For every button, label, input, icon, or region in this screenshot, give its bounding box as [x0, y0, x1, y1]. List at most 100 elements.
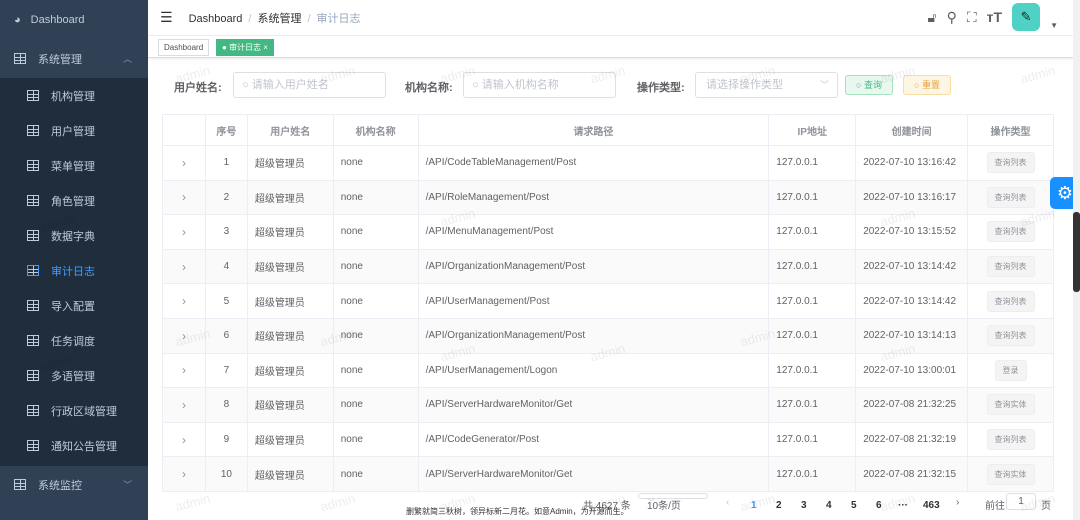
table-icon: [14, 53, 26, 64]
table-row[interactable]: › 1 超级管理员 none/API/CodeTableManagement/Post…: [162, 145, 1054, 181]
table-cell: none: [332, 179, 419, 216]
table-cell: none: [332, 352, 419, 389]
scrollbar[interactable]: [1073, 0, 1080, 520]
sidebar-item-system[interactable]: 系统管理 ︿: [0, 41, 148, 76]
expand-icon[interactable]: ›: [162, 179, 206, 216]
expand-icon[interactable]: ›: [162, 145, 206, 181]
avatar[interactable]: ✎: [1012, 3, 1041, 31]
lock-icon[interactable]: 🔓︎: [928, 9, 937, 26]
page-button[interactable]: 1: [751, 500, 757, 511]
table-row[interactable]: › 3 超级管理员 none/API/MenuManagement/Post 127.0…: [162, 214, 1054, 250]
tags-view: Dashboard ● 审计日志 ×: [148, 36, 1080, 58]
table-row[interactable]: › 6 超级管理员 none/API/OrganizationManagement/P…: [162, 317, 1054, 354]
caret-down-icon[interactable]: ▼: [1050, 21, 1058, 30]
tag-dashboard[interactable]: Dashboard: [158, 39, 210, 56]
sidebar-item[interactable]: 审计日志: [0, 253, 148, 288]
hamburger-icon[interactable]: ☰: [160, 9, 173, 26]
table-cell: 127.0.0.1: [768, 145, 857, 181]
table-row[interactable]: › 4 超级管理员 none/API/OrganizationManagement/P…: [162, 248, 1054, 285]
page-button[interactable]: 4: [826, 500, 832, 511]
operation-tag: 登录: [994, 359, 1027, 381]
sidebar-item[interactable]: 导入配置: [0, 288, 148, 323]
dashboard-icon: ◕: [14, 13, 21, 26]
operation-type-select[interactable]: 请选择操作类型 ﹀: [695, 72, 838, 98]
table-cell: none: [332, 248, 419, 285]
scrollbar-thumb[interactable]: [1073, 212, 1080, 292]
next-page-button[interactable]: ›: [956, 497, 959, 508]
table-cell: 2022-07-10 13:15:52: [855, 214, 969, 250]
table-cell: none: [332, 421, 419, 458]
page-button[interactable]: ···: [898, 500, 908, 511]
sidebar-item-monitor[interactable]: 系统监控 ﹀: [0, 467, 148, 502]
placeholder: 请选择操作类型: [706, 79, 783, 91]
operation-tag: 查询实体: [986, 394, 1035, 416]
page-button[interactable]: 5: [851, 500, 857, 511]
sidebar-item[interactable]: 用户管理: [0, 113, 148, 148]
table-cell: 127.0.0.1: [768, 421, 857, 458]
sidebar-item[interactable]: 多语管理: [0, 358, 148, 393]
sidebar-item[interactable]: 机构管理: [0, 78, 148, 113]
sidebar-item-label: 任务调度: [51, 335, 95, 348]
expand-icon[interactable]: ›: [162, 283, 206, 319]
goto-page-input[interactable]: 1: [1006, 493, 1036, 510]
table-icon: [27, 440, 39, 451]
sidebar-item[interactable]: 行政区域管理: [0, 393, 148, 428]
expand-icon[interactable]: ›: [162, 352, 206, 389]
tag-audit-log[interactable]: ● 审计日志 ×: [216, 39, 274, 56]
sidebar-item[interactable]: 任务调度: [0, 323, 148, 358]
expand-icon[interactable]: ›: [162, 214, 206, 250]
search-button[interactable]: ○ 查询: [845, 75, 893, 95]
org-label: 机构名称:: [405, 82, 453, 94]
breadcrumb-system[interactable]: 系统管理: [257, 13, 301, 25]
table-row[interactable]: › 7 超级管理员 none/API/UserManagement/Logon 127.…: [162, 352, 1054, 389]
operation-tag: 查询列表: [986, 152, 1035, 174]
sidebar-item[interactable]: 数据字典: [0, 218, 148, 253]
table-cell: 7: [204, 352, 248, 389]
page-button[interactable]: 6: [876, 500, 882, 511]
page-button[interactable]: 2: [776, 500, 782, 511]
cell-operation: 查询列表: [967, 214, 1054, 250]
page-button[interactable]: 463: [923, 500, 940, 511]
prev-page-button[interactable]: ‹: [726, 497, 729, 508]
sidebar-item-label: 通知公告管理: [51, 440, 117, 453]
expand-icon[interactable]: ›: [162, 387, 206, 423]
table-cell: none: [332, 456, 419, 492]
close-icon[interactable]: ×: [263, 43, 268, 52]
table-cell: 2022-07-10 13:16:17: [855, 179, 969, 216]
reset-label: 重置: [921, 80, 940, 90]
cell-operation: 查询列表: [967, 317, 1054, 354]
chevron-down-icon: ﹀: [647, 498, 655, 507]
org-name-input[interactable]: ○ 请输入机构名称: [463, 72, 616, 98]
breadcrumb-dashboard[interactable]: Dashboard: [189, 13, 243, 25]
sidebar-item-label: 审计日志: [51, 265, 95, 278]
fullscreen-icon[interactable]: ⛶: [967, 9, 977, 26]
page-size-select[interactable]: 10条/页 ﹀: [638, 493, 708, 512]
expand-icon[interactable]: ›: [162, 248, 206, 285]
reset-button[interactable]: ○ 重置: [903, 75, 951, 95]
sidebar-item[interactable]: 通知公告管理: [0, 428, 148, 463]
table-cell: 127.0.0.1: [768, 317, 857, 354]
table-cell: none: [332, 145, 419, 181]
table-row[interactable]: › 2 超级管理员 none/API/RoleManagement/Post 127.0…: [162, 179, 1054, 216]
expand-icon[interactable]: ›: [162, 317, 206, 354]
page-button[interactable]: 3: [801, 500, 807, 511]
table-row[interactable]: › 9 超级管理员 none/API/CodeGenerator/Post 127.0.…: [162, 421, 1054, 458]
table-icon: [27, 405, 39, 416]
cell-operation: 查询列表: [967, 145, 1054, 181]
cell-operation: 查询列表: [967, 179, 1054, 216]
table-cell: 2022-07-08 21:32:25: [855, 387, 969, 423]
search-label: 查询: [863, 80, 882, 90]
expand-icon[interactable]: ›: [162, 456, 206, 492]
table-row[interactable]: › 10 超级管理员 none/API/ServerHardwareMonitor/G…: [162, 456, 1054, 492]
search-icon[interactable]: ⚲: [947, 9, 957, 26]
table-icon: [27, 370, 39, 381]
sidebar-item-dashboard[interactable]: ◕ Dashboard: [0, 2, 148, 37]
table-row[interactable]: › 5 超级管理员 none/API/UserManagement/Post 127.0…: [162, 283, 1054, 319]
sidebar-item[interactable]: 菜单管理: [0, 148, 148, 183]
font-size-icon[interactable]: тT: [987, 9, 1002, 25]
table-row[interactable]: › 8 超级管理员 none/API/ServerHardwareMonitor/Ge…: [162, 387, 1054, 423]
sidebar-item[interactable]: 角色管理: [0, 183, 148, 218]
user-label: 用户姓名:: [174, 82, 222, 94]
expand-icon[interactable]: ›: [162, 421, 206, 458]
user-name-input[interactable]: ○ 请输入用户姓名: [233, 72, 386, 98]
